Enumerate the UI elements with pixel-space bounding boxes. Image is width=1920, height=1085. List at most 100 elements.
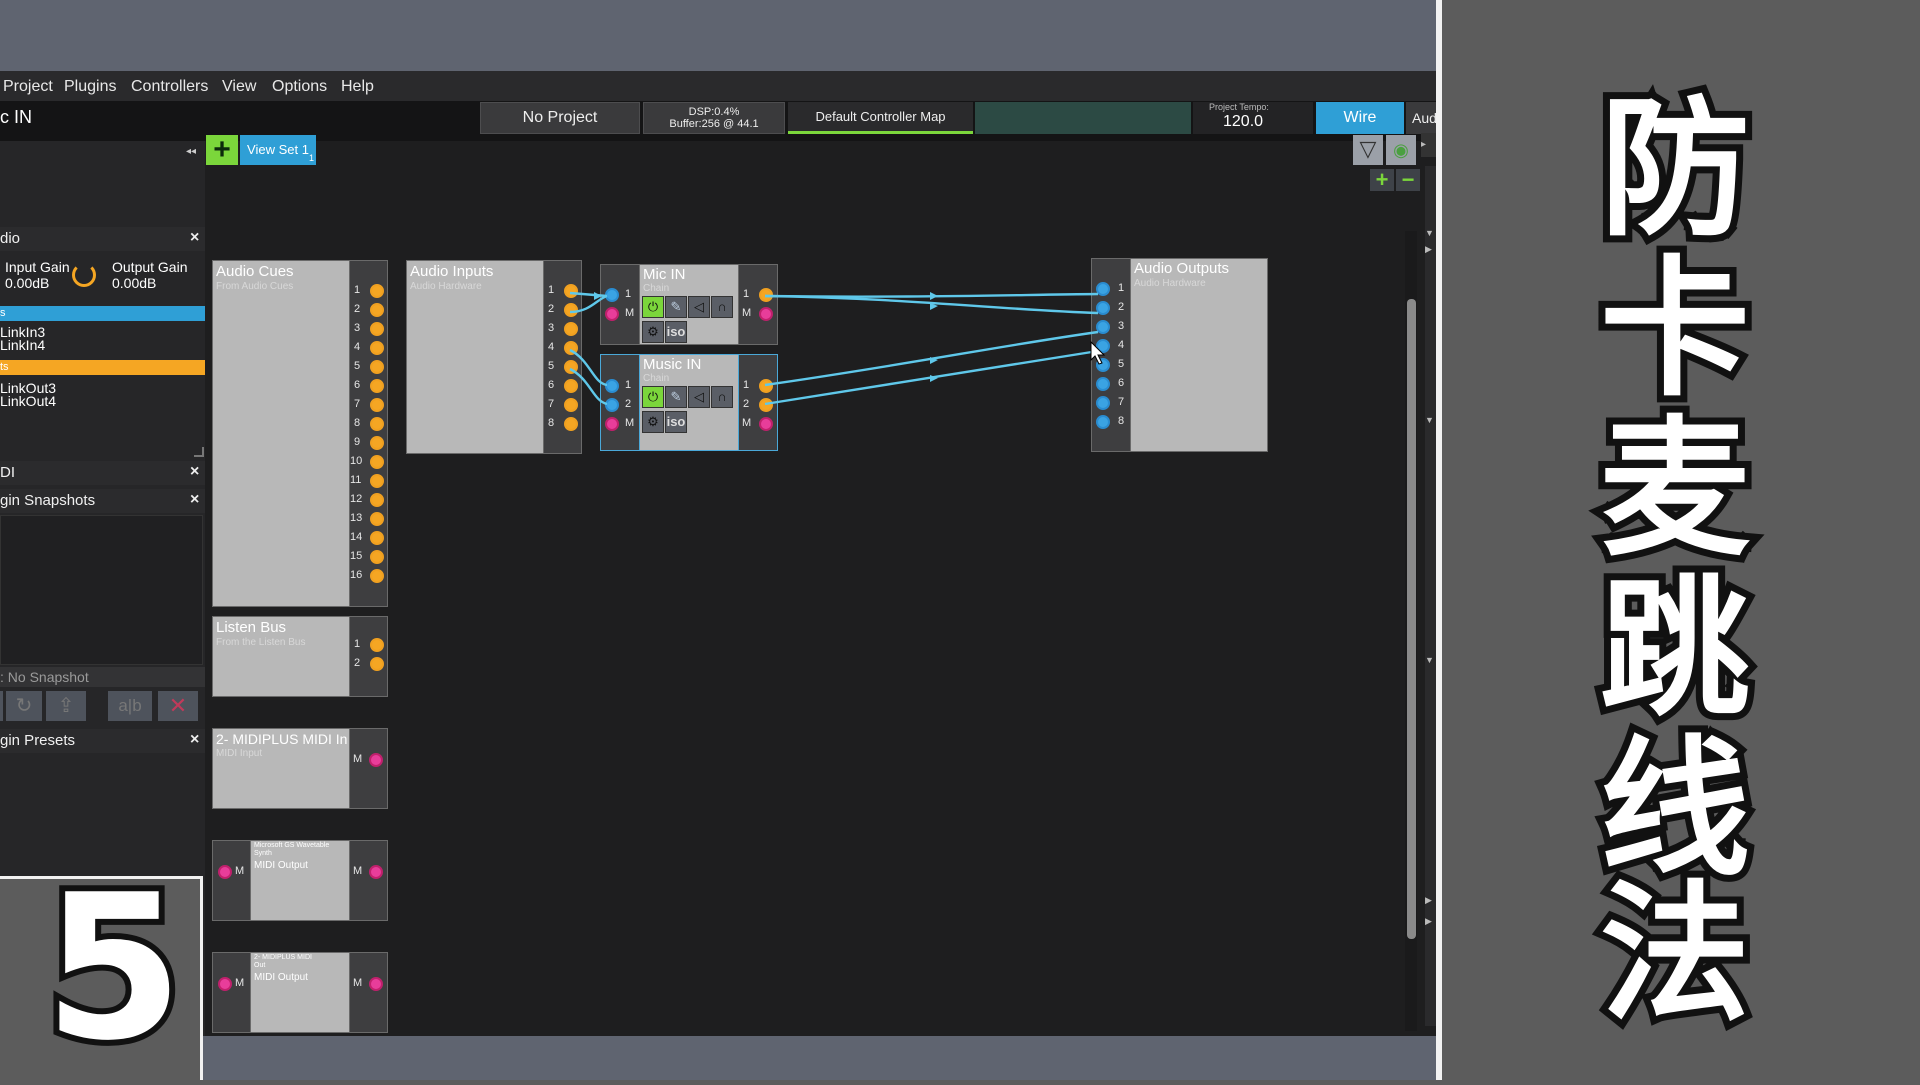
- audio-outputs-port[interactable]: [1096, 377, 1110, 391]
- input-item[interactable]: LinkIn4: [0, 338, 45, 352]
- view-set-tab[interactable]: View Set 1 1: [240, 135, 316, 165]
- vertical-scrollbar[interactable]: [1405, 231, 1417, 1031]
- midi-out-gs-port[interactable]: [369, 865, 383, 879]
- menu-plugins[interactable]: Plugins: [64, 78, 116, 96]
- panel-arrow-icon[interactable]: ▸: [1421, 133, 1436, 157]
- audio-cues-port[interactable]: [370, 550, 384, 564]
- audio-cues-port[interactable]: [370, 512, 384, 526]
- audio-cues-port[interactable]: [370, 455, 384, 469]
- scrollbar-thumb[interactable]: [1407, 299, 1416, 939]
- audio-cues-port[interactable]: [370, 531, 384, 545]
- audio-outputs-port[interactable]: [1096, 358, 1110, 372]
- audio-inputs-port[interactable]: [564, 398, 578, 412]
- headphones-icon[interactable]: ∩: [711, 386, 733, 408]
- wire-canvas[interactable]: Audio Cues From Audio Cues 1 2 3 4 5 6 7…: [205, 165, 1405, 1033]
- audio-inputs-port[interactable]: [564, 322, 578, 336]
- listen-bus-port[interactable]: [370, 657, 384, 671]
- audio-outputs-port[interactable]: [1096, 396, 1110, 410]
- music-in-midi-out-port[interactable]: [759, 417, 773, 431]
- audio-inputs-port[interactable]: [564, 284, 578, 298]
- menu-project[interactable]: Project: [3, 78, 53, 96]
- music-in-output-port[interactable]: [759, 398, 773, 412]
- output-gain-value[interactable]: 0.00dB: [112, 275, 156, 291]
- audio-cues-port[interactable]: [370, 436, 384, 450]
- listen-bus-port[interactable]: [370, 638, 384, 652]
- midi-input-port[interactable]: [369, 753, 383, 767]
- panel-arrow-icon[interactable]: ▶: [1425, 244, 1436, 255]
- filter-icon[interactable]: ▽: [1353, 135, 1383, 165]
- menu-help[interactable]: Help: [341, 78, 374, 96]
- isolate-button[interactable]: iso: [665, 321, 687, 343]
- snapshot-list[interactable]: [0, 515, 203, 665]
- audio-cues-port[interactable]: [370, 493, 384, 507]
- audio-cues-port[interactable]: [370, 322, 384, 336]
- mic-in-output-port[interactable]: [759, 288, 773, 302]
- midi-out-gs-block[interactable]: Microsoft GS Wavetable Synth MIDI Output: [250, 840, 350, 921]
- audio-inputs-block[interactable]: Audio Inputs Audio Hardware: [406, 260, 544, 454]
- power-icon[interactable]: ⏻: [642, 296, 664, 318]
- mute-icon[interactable]: ◁: [688, 296, 710, 318]
- menu-options[interactable]: Options: [272, 78, 327, 96]
- music-in-output-port[interactable]: [759, 379, 773, 393]
- outputs-section-row[interactable]: ts: [0, 360, 205, 375]
- audio-cues-block[interactable]: Audio Cues From Audio Cues: [212, 260, 350, 607]
- panel-arrow-icon[interactable]: ▼: [1425, 228, 1436, 238]
- panel-arrow-icon[interactable]: ▶: [1425, 916, 1436, 927]
- audio-panel-close-icon[interactable]: ×: [190, 229, 199, 247]
- edit-icon[interactable]: ✎: [665, 386, 687, 408]
- music-in-input-port[interactable]: [605, 398, 619, 412]
- audio-outputs-port[interactable]: [1096, 339, 1110, 353]
- audio-cues-port[interactable]: [370, 474, 384, 488]
- presets-panel-close-icon[interactable]: ×: [190, 731, 199, 749]
- audio-cues-port[interactable]: [370, 379, 384, 393]
- add-view-set-icon[interactable]: +: [206, 135, 238, 165]
- controller-map-button[interactable]: Default Controller Map: [788, 102, 973, 134]
- collapse-sidebar-icon[interactable]: ◂◂: [186, 146, 196, 157]
- headphones-icon[interactable]: ∩: [711, 296, 733, 318]
- menu-view[interactable]: View: [222, 78, 256, 96]
- panel-arrow-icon[interactable]: ▼: [1425, 655, 1436, 665]
- settings-gear-icon[interactable]: ⚙: [642, 321, 664, 343]
- mic-in-block[interactable]: Mic IN Chain ⏻ ✎ ◁ ∩ ⚙ iso: [639, 264, 739, 345]
- inputs-section-row[interactable]: s: [0, 306, 205, 321]
- edit-icon[interactable]: ✎: [665, 296, 687, 318]
- audio-outputs-port[interactable]: [1096, 301, 1110, 315]
- audio-inputs-port[interactable]: [564, 379, 578, 393]
- upload-snapshot-icon[interactable]: ⇪: [46, 691, 86, 721]
- audio-outputs-port[interactable]: [1096, 320, 1110, 334]
- midi-out-gs-port[interactable]: [218, 865, 232, 879]
- mic-in-midi-out-port[interactable]: [759, 307, 773, 321]
- redo-snapshot-icon[interactable]: ↻: [6, 691, 42, 721]
- wire-view-button[interactable]: Wire: [1316, 102, 1404, 134]
- audio-inputs-port[interactable]: [564, 303, 578, 317]
- project-name-button[interactable]: No Project: [480, 102, 640, 134]
- audio-cues-port[interactable]: [370, 341, 384, 355]
- tempo-display[interactable]: Project Tempo: 120.0: [1193, 102, 1313, 134]
- midi-out-plus-port[interactable]: [218, 977, 232, 991]
- snapshots-panel-close-icon[interactable]: ×: [190, 491, 199, 509]
- midi-panel-close-icon[interactable]: ×: [190, 463, 199, 481]
- audio-cues-port[interactable]: [370, 569, 384, 583]
- audio-outputs-block[interactable]: Audio Outputs Audio Hardware: [1130, 258, 1268, 452]
- audio-inputs-port[interactable]: [564, 341, 578, 355]
- audio-cues-port[interactable]: [370, 284, 384, 298]
- panel-arrow-icon[interactable]: ▶: [1425, 895, 1436, 906]
- audio-inputs-port[interactable]: [564, 417, 578, 431]
- delete-snapshot-icon[interactable]: ✕: [158, 691, 198, 721]
- audio-inputs-port[interactable]: [564, 360, 578, 374]
- mic-in-input-port[interactable]: [605, 288, 619, 302]
- isolate-button[interactable]: iso: [665, 411, 687, 433]
- output-item[interactable]: LinkOut4: [0, 394, 56, 408]
- rename-snapshot-icon[interactable]: a|b: [108, 691, 152, 721]
- settings-gear-icon[interactable]: ⚙: [642, 411, 664, 433]
- mic-in-midi-port[interactable]: [605, 307, 619, 321]
- audio-cues-port[interactable]: [370, 398, 384, 412]
- midi-out-plus-block[interactable]: 2- MIDIPLUS MIDI Out MIDI Output: [250, 952, 350, 1033]
- audio-cues-port[interactable]: [370, 303, 384, 317]
- audio-cues-port[interactable]: [370, 417, 384, 431]
- visibility-eye-icon[interactable]: ◉: [1386, 135, 1416, 165]
- panel-arrow-icon[interactable]: ▼: [1425, 415, 1436, 425]
- midi-input-block[interactable]: 2- MIDIPLUS MIDI In MIDI Input: [212, 728, 350, 809]
- audio-view-button[interactable]: Aud: [1406, 102, 1436, 134]
- midi-out-plus-port[interactable]: [369, 977, 383, 991]
